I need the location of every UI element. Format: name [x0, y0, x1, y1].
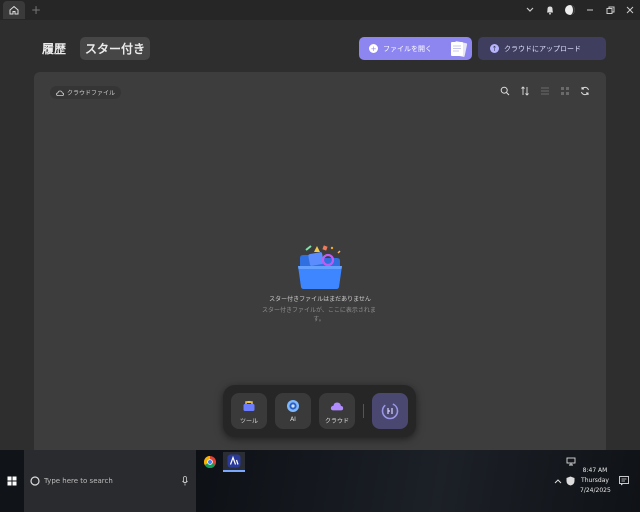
search-icon[interactable]	[500, 86, 510, 96]
bottom-dock: ツール AI クラウド	[223, 385, 416, 437]
home-tab[interactable]	[3, 1, 25, 19]
home-icon	[9, 5, 19, 15]
ai-assistant-button[interactable]	[372, 393, 408, 429]
bell-icon[interactable]	[540, 0, 560, 20]
documents-icon	[451, 41, 468, 57]
taskbar-clock[interactable]: 8:47 AM Thursday 7/24/2025	[580, 466, 611, 496]
cloud-icon	[330, 399, 344, 413]
folder-icon	[298, 245, 342, 289]
chrome-icon[interactable]	[199, 452, 221, 472]
app-icon	[227, 454, 241, 468]
list-view-icon[interactable]	[540, 86, 550, 96]
restore-icon[interactable]	[600, 0, 620, 20]
close-icon[interactable]	[620, 0, 640, 20]
empty-state-title: スター付きファイルはまだありません	[269, 296, 371, 303]
mic-icon[interactable]	[182, 476, 188, 486]
ai-button[interactable]: AI	[275, 393, 311, 429]
tab-starred[interactable]: スター付き	[80, 37, 150, 60]
cloud-chip-label: クラウドファイル	[67, 90, 116, 97]
app-window: + 履歴 スター付き + ファイルを開く ↑ クラウドにアップロード クラウドフ…	[0, 0, 640, 450]
grid-view-icon[interactable]	[560, 86, 570, 96]
upload-cloud-button[interactable]: ↑ クラウドにアップロード	[478, 37, 606, 60]
tools-label: ツール	[239, 418, 258, 425]
tab-history[interactable]: 履歴	[34, 37, 74, 60]
os-taskbar: Type here to search	[0, 450, 640, 512]
app-taskbar-button[interactable]	[223, 452, 245, 472]
refresh-icon[interactable]	[580, 86, 590, 96]
cloud-icon	[56, 90, 64, 96]
clock-date: 7/24/2025	[580, 487, 611, 494]
tools-button[interactable]: ツール	[231, 393, 267, 429]
empty-state-subtitle: スター付きファイルが、ここに表示されます。	[262, 307, 376, 323]
windows-icon[interactable]	[0, 450, 24, 512]
dock-divider	[363, 404, 364, 418]
ai-assistant-icon	[381, 402, 399, 420]
search-input[interactable]: Type here to search	[24, 450, 196, 512]
cloud-button[interactable]: クラウド	[319, 393, 355, 429]
toolbox-icon	[242, 399, 256, 413]
minimize-icon[interactable]	[580, 0, 600, 20]
theme-icon[interactable]	[560, 0, 580, 20]
chevron-up-icon[interactable]	[554, 478, 562, 484]
plus-circle-icon: +	[369, 44, 378, 53]
ai-icon	[286, 399, 300, 413]
network-icon[interactable]	[566, 457, 576, 466]
sort-icon[interactable]	[520, 86, 530, 96]
shield-icon[interactable]	[566, 476, 575, 486]
cloud-label: クラウド	[324, 418, 349, 425]
panel-toolbar	[500, 86, 590, 96]
open-file-label: ファイルを開く	[383, 44, 432, 53]
title-bar: +	[0, 0, 640, 20]
cloud-files-filter[interactable]: クラウドファイル	[50, 86, 122, 99]
upload-icon: ↑	[490, 44, 499, 53]
search-icon	[30, 476, 40, 486]
upload-cloud-label: クラウドにアップロード	[504, 44, 581, 53]
plus-icon[interactable]: +	[31, 4, 41, 16]
search-placeholder: Type here to search	[44, 477, 113, 485]
clock-time: 8:47 AM	[582, 467, 608, 474]
ai-label: AI	[290, 416, 296, 423]
clock-day: Thursday	[581, 477, 609, 484]
chevron-down-icon[interactable]	[520, 0, 540, 20]
open-file-button[interactable]: + ファイルを開く	[359, 37, 472, 60]
notification-icon[interactable]	[619, 476, 629, 486]
